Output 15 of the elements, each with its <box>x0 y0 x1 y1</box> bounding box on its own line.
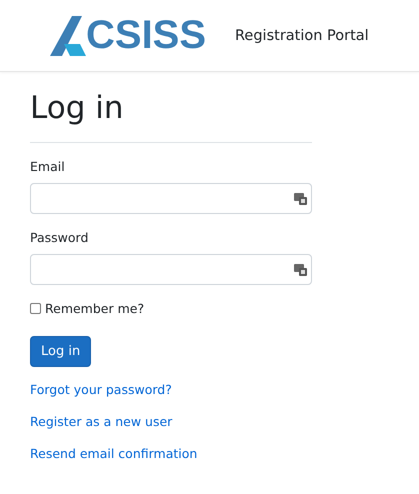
link[interactable]: Forgot your password? <box>30 381 172 399</box>
brand-name: CSISS <box>86 13 206 58</box>
checkbox-label: Remember me? <box>45 301 144 316</box>
field-label: Password <box>30 230 90 245</box>
remember-checkbox[interactable] <box>30 303 41 314</box>
portal-title: Registration Portal <box>235 28 369 44</box>
password-manager-icon[interactable] <box>294 192 307 205</box>
input-field[interactable] <box>30 183 312 214</box>
page-title: Log in <box>30 88 312 143</box>
password-manager-icon[interactable] <box>294 263 307 276</box>
input-field[interactable] <box>30 254 312 285</box>
login-button[interactable]: Log in <box>30 336 92 367</box>
link[interactable]: Resend email confirmation <box>30 445 198 463</box>
field-label: Email <box>30 159 66 174</box>
link[interactable]: Register as a new user <box>30 413 172 431</box>
